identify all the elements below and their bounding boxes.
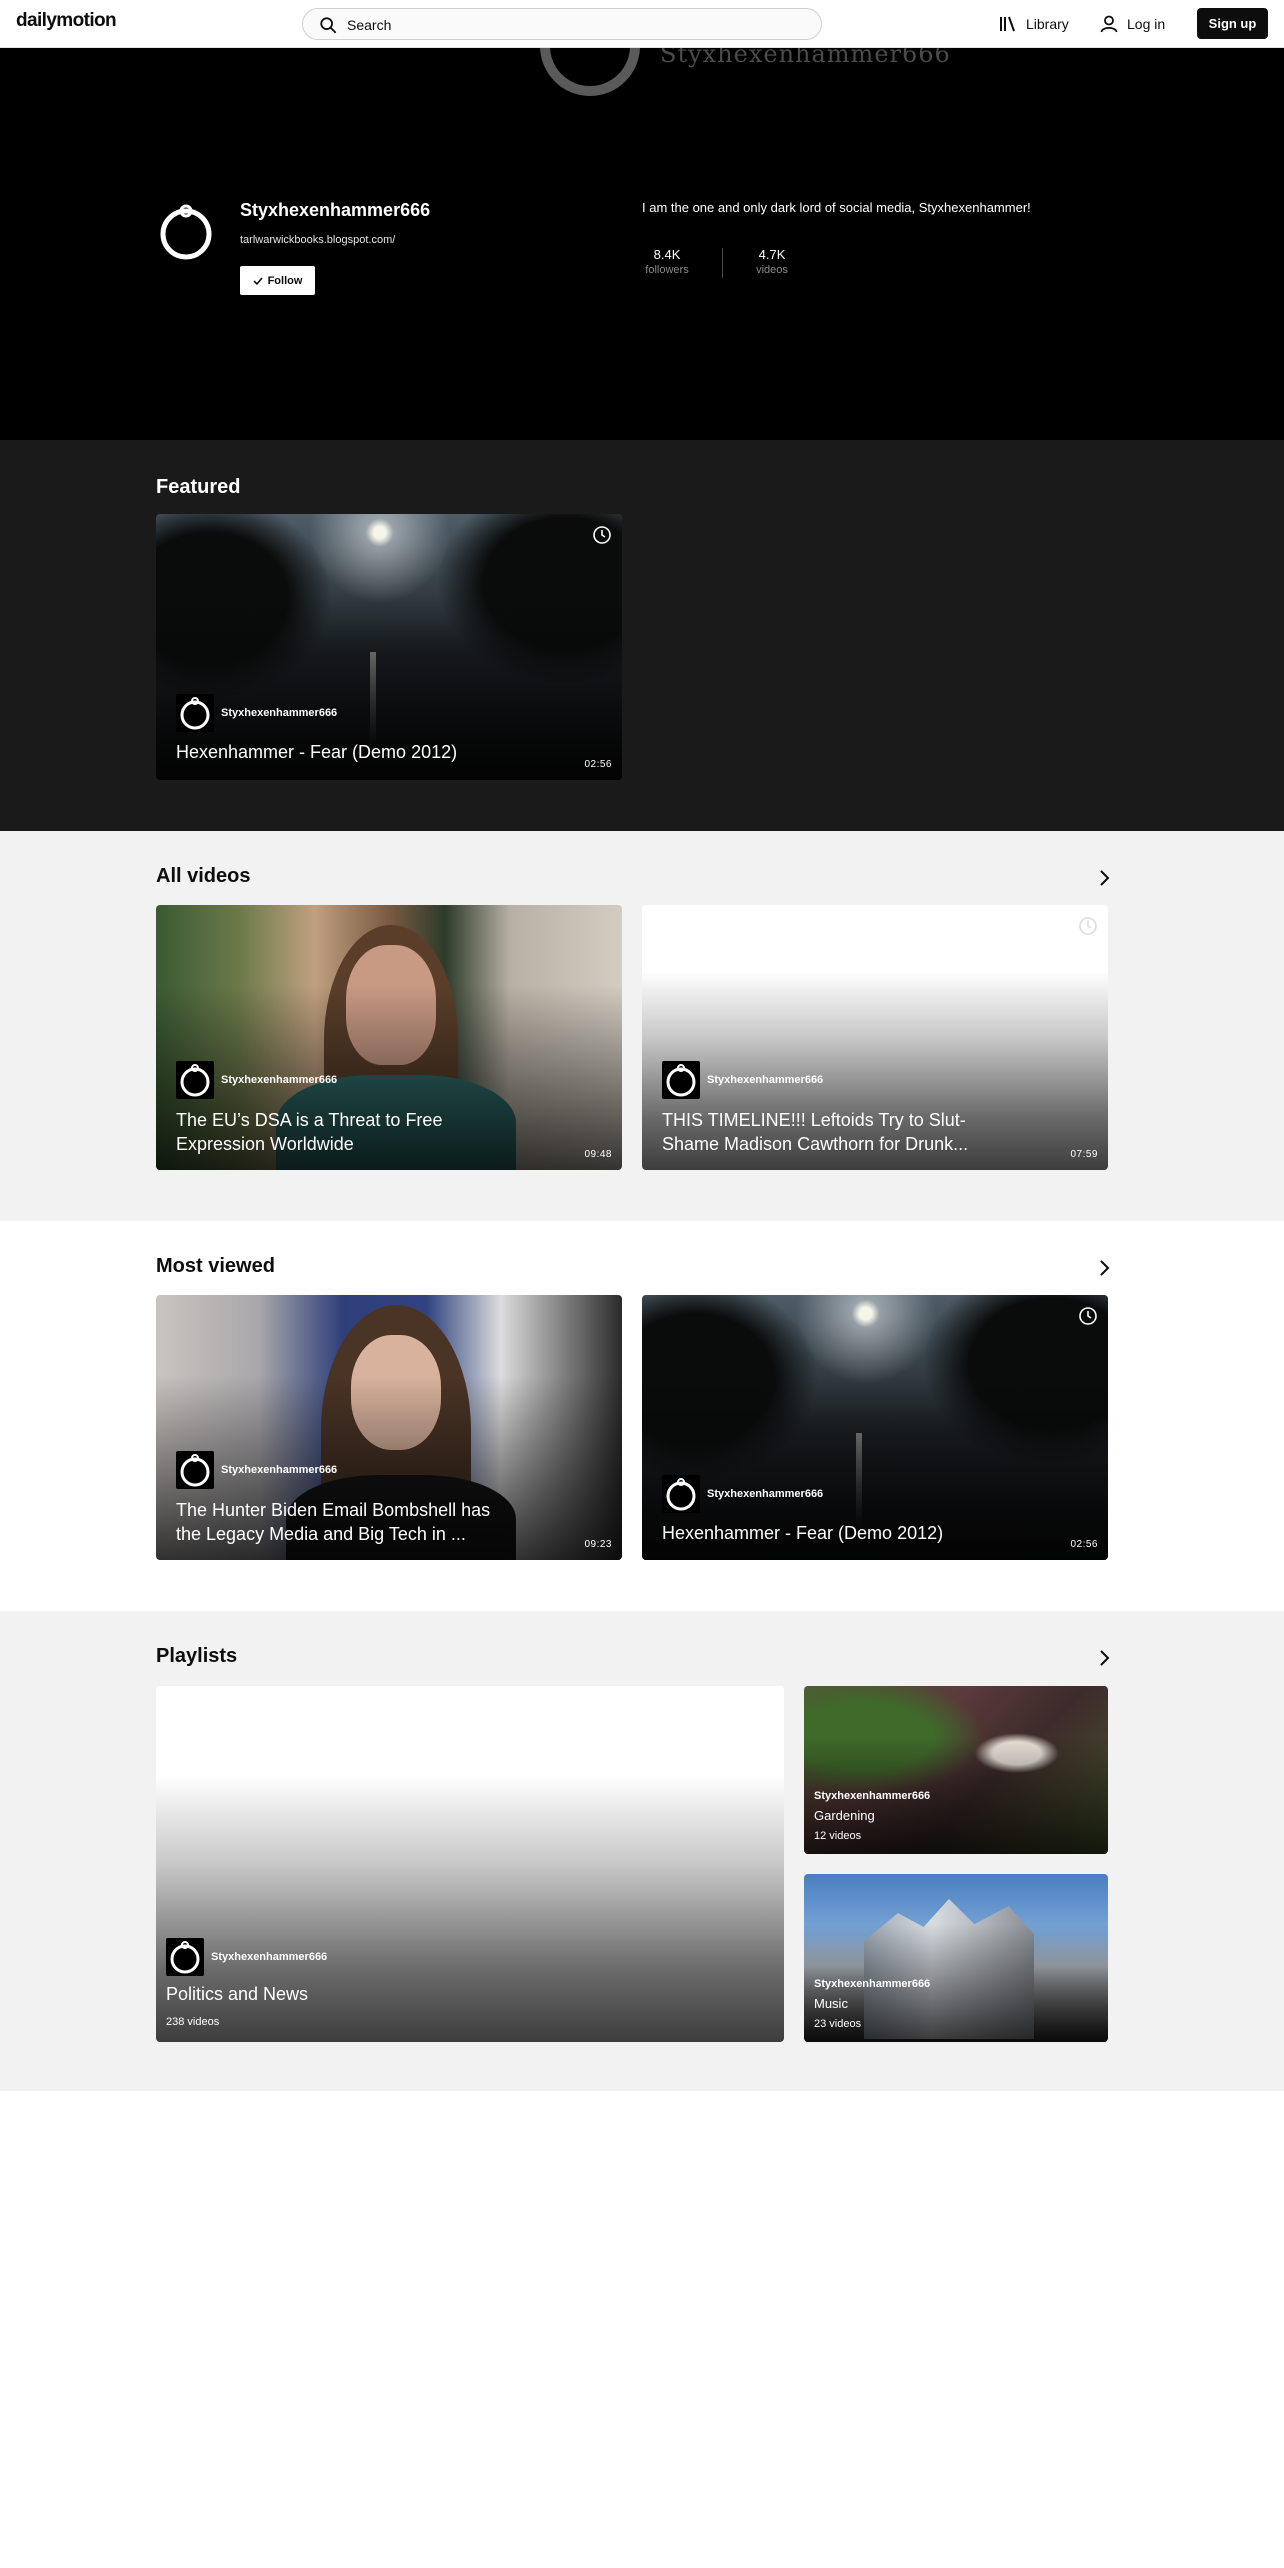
watch-later-icon[interactable] xyxy=(1078,916,1098,936)
channel-mini-avatar xyxy=(176,694,214,732)
user-icon xyxy=(1100,15,1118,33)
video-card[interactable]: Styxhexenhammer666 Hexenhammer - Fear (D… xyxy=(642,1295,1108,1560)
playlist-channel-name: Styxhexenhammer666 xyxy=(814,1978,931,1990)
dailymotion-logo[interactable]: dailymotion xyxy=(16,10,117,32)
follow-button[interactable]: Follow xyxy=(240,266,315,295)
channel-mini-avatar xyxy=(176,1451,214,1489)
playlist-title: Politics and News xyxy=(166,1984,309,2004)
search-icon xyxy=(320,17,337,34)
video-title: THIS TIMELINE!!! Leftoids Try to Slut-Sh… xyxy=(662,1110,969,1154)
banner-channel-name: Styxhexenhammer666 xyxy=(660,48,951,68)
featured-section: Featured Styxhexenhammer666 Hexenhammer … xyxy=(0,440,1284,831)
video-title: The Hunter Biden Email Bombshell has the… xyxy=(176,1500,491,1544)
stat-divider xyxy=(722,248,723,278)
login-label: Log in xyxy=(1127,16,1166,32)
channel-mini-avatar xyxy=(176,1061,214,1099)
followers-count: 8.4K xyxy=(653,247,681,262)
playlist-card[interactable]: Styxhexenhammer666 Gardening 12 videos xyxy=(804,1686,1108,1854)
playlists-section: Playlists Styxhexenhammer666 Politics an… xyxy=(0,1611,1284,2091)
featured-heading: Featured xyxy=(156,476,241,498)
followers-stat: 8.4K followers xyxy=(632,247,702,276)
watch-later-icon[interactable] xyxy=(1078,1306,1098,1326)
videos-label: videos xyxy=(756,264,788,276)
video-channel-name: Styxhexenhammer666 xyxy=(221,1464,338,1476)
channel-name[interactable]: Styxhexenhammer666 xyxy=(240,200,430,221)
library-link[interactable]: Library xyxy=(998,12,1069,36)
search-bar[interactable] xyxy=(302,8,822,40)
video-channel-name: Styxhexenhammer666 xyxy=(707,1488,824,1500)
featured-video-card[interactable]: Styxhexenhammer666 Hexenhammer - Fear (D… xyxy=(156,514,622,780)
most-viewed-section: Most viewed Styxhexenhammer666 The Hunte… xyxy=(0,1221,1284,1611)
channel-mini-avatar xyxy=(662,1475,700,1513)
library-icon xyxy=(1000,16,1015,32)
video-duration: 02:56 xyxy=(1070,1539,1098,1550)
top-navigation-bar: dailymotion Library Log in Sign up xyxy=(0,0,1284,48)
checkmark-icon xyxy=(253,276,263,285)
channel-header: Styxhexenhammer666 Styxhexenhammer666 ta… xyxy=(0,48,1284,440)
channel-avatar[interactable] xyxy=(156,201,216,261)
chevron-right-icon[interactable] xyxy=(1094,1258,1114,1278)
playlist-video-count: 238 videos xyxy=(166,2016,220,2028)
video-duration: 02:56 xyxy=(584,759,612,770)
watch-later-icon[interactable] xyxy=(592,525,612,545)
video-title: Hexenhammer - Fear (Demo 2012) xyxy=(176,742,458,762)
playlists-heading[interactable]: Playlists xyxy=(156,1645,237,1668)
playlist-channel-name: Styxhexenhammer666 xyxy=(814,1790,931,1802)
chevron-right-icon[interactable] xyxy=(1094,868,1114,888)
playlist-card[interactable]: Styxhexenhammer666 Politics and News 238… xyxy=(156,1686,784,2042)
search-input[interactable] xyxy=(347,14,787,36)
video-card[interactable]: Styxhexenhammer666 The EU’s DSA is a Thr… xyxy=(156,905,622,1170)
most-viewed-heading[interactable]: Most viewed xyxy=(156,1255,275,1278)
login-link[interactable]: Log in xyxy=(1099,12,1165,36)
chevron-right-icon[interactable] xyxy=(1094,1648,1114,1668)
playlist-title: Music xyxy=(814,1996,848,2011)
playlist-card[interactable]: Styxhexenhammer666 Music 23 videos xyxy=(804,1874,1108,2042)
video-duration: 09:23 xyxy=(584,1539,612,1550)
video-channel-name: Styxhexenhammer666 xyxy=(707,1074,824,1086)
video-channel-name: Styxhexenhammer666 xyxy=(221,1074,338,1086)
playlist-channel-name: Styxhexenhammer666 xyxy=(211,1951,328,1963)
video-title: Hexenhammer - Fear (Demo 2012) xyxy=(662,1523,944,1543)
follow-label: Follow xyxy=(267,274,303,287)
channel-bio: I am the one and only dark lord of socia… xyxy=(642,200,1031,215)
channel-website-link[interactable]: tarlwarwickbooks.blogspot.com/ xyxy=(240,234,395,246)
videos-count: 4.7K xyxy=(758,247,786,262)
all-videos-section: All videos Styxhexenhammer666 The EU’s D… xyxy=(0,831,1284,1221)
video-duration: 07:59 xyxy=(1070,1149,1098,1160)
videos-stat: 4.7K videos xyxy=(737,247,807,276)
signup-button[interactable]: Sign up xyxy=(1197,8,1268,39)
library-label: Library xyxy=(1026,16,1069,32)
followers-label: followers xyxy=(645,264,689,276)
banner-logo xyxy=(540,48,640,96)
channel-mini-avatar xyxy=(166,1938,204,1976)
video-card[interactable]: Styxhexenhammer666 The Hunter Biden Emai… xyxy=(156,1295,622,1560)
video-channel-name: Styxhexenhammer666 xyxy=(221,707,338,719)
playlist-title: Gardening xyxy=(814,1808,875,1823)
playlist-video-count: 23 videos xyxy=(814,2018,862,2030)
channel-mini-avatar xyxy=(662,1061,700,1099)
all-videos-heading[interactable]: All videos xyxy=(156,865,250,888)
video-card[interactable]: Styxhexenhammer666 THIS TIMELINE!!! Left… xyxy=(642,905,1108,1170)
playlist-video-count: 12 videos xyxy=(814,1830,862,1842)
video-duration: 09:48 xyxy=(584,1149,612,1160)
video-title: The EU’s DSA is a Threat to Free Express… xyxy=(176,1110,443,1154)
